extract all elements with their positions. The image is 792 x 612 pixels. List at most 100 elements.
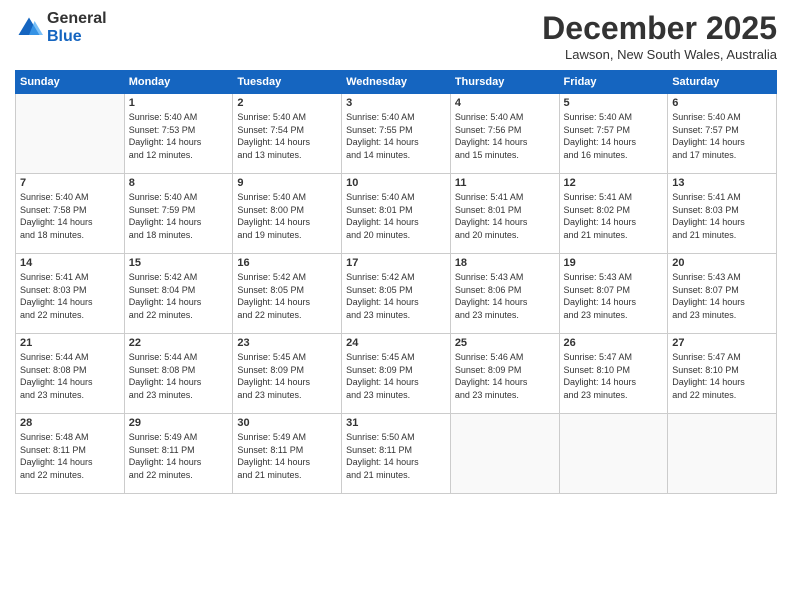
day-number: 6: [672, 97, 772, 109]
day-info: Sunrise: 5:43 AM Sunset: 8:07 PM Dayligh…: [564, 271, 664, 321]
day-number: 22: [129, 337, 229, 349]
day-number: 20: [672, 257, 772, 269]
day-info: Sunrise: 5:40 AM Sunset: 7:54 PM Dayligh…: [237, 111, 337, 161]
day-number: 11: [455, 177, 555, 189]
day-number: 19: [564, 257, 664, 269]
day-info: Sunrise: 5:43 AM Sunset: 8:07 PM Dayligh…: [672, 271, 772, 321]
day-info: Sunrise: 5:47 AM Sunset: 8:10 PM Dayligh…: [672, 351, 772, 401]
header: General Blue December 2025 Lawson, New S…: [15, 10, 777, 62]
day-info: Sunrise: 5:40 AM Sunset: 7:59 PM Dayligh…: [129, 191, 229, 241]
logo-blue: Blue: [47, 28, 107, 46]
day-info: Sunrise: 5:40 AM Sunset: 7:55 PM Dayligh…: [346, 111, 446, 161]
day-number: 25: [455, 337, 555, 349]
calendar-cell: 7 Sunrise: 5:40 AM Sunset: 7:58 PM Daylig…: [16, 174, 125, 254]
logo-text: General Blue: [47, 10, 107, 45]
day-info: Sunrise: 5:40 AM Sunset: 7:58 PM Dayligh…: [20, 191, 120, 241]
day-info: Sunrise: 5:44 AM Sunset: 8:08 PM Dayligh…: [20, 351, 120, 401]
day-info: Sunrise: 5:40 AM Sunset: 8:01 PM Dayligh…: [346, 191, 446, 241]
month-title: December 2025: [542, 10, 777, 47]
calendar-cell: 10 Sunrise: 5:40 AM Sunset: 8:01 PM Dayli…: [342, 174, 451, 254]
day-number: 27: [672, 337, 772, 349]
day-number: 29: [129, 417, 229, 429]
day-number: 10: [346, 177, 446, 189]
day-info: Sunrise: 5:40 AM Sunset: 7:57 PM Dayligh…: [672, 111, 772, 161]
day-number: 31: [346, 417, 446, 429]
day-number: 23: [237, 337, 337, 349]
calendar-cell: 1 Sunrise: 5:40 AM Sunset: 7:53 PM Daylig…: [124, 94, 233, 174]
calendar-cell: 29Sunrise: 5:49 AM Sunset: 8:11 PM Dayli…: [124, 414, 233, 494]
calendar-cell: 31 Sunrise: 5:50 AM Sunset: 8:11 PM Dayli…: [342, 414, 451, 494]
day-number: 8: [129, 177, 229, 189]
calendar-cell: 28Sunrise: 5:48 AM Sunset: 8:11 PM Dayli…: [16, 414, 125, 494]
day-number: 1: [129, 97, 229, 109]
weekday-header-friday: Friday: [559, 71, 668, 94]
day-info: Sunrise: 5:41 AM Sunset: 8:02 PM Dayligh…: [564, 191, 664, 241]
calendar-cell: [668, 414, 777, 494]
day-number: 9: [237, 177, 337, 189]
calendar-cell: [450, 414, 559, 494]
day-number: 7: [20, 177, 120, 189]
day-info: Sunrise: 5:49 AM Sunset: 8:11 PM Dayligh…: [237, 431, 337, 481]
calendar-cell: 23 Sunrise: 5:45 AM Sunset: 8:09 PM Dayli…: [233, 334, 342, 414]
weekday-header-wednesday: Wednesday: [342, 71, 451, 94]
calendar-cell: 16Sunrise: 5:42 AM Sunset: 8:05 PM Dayli…: [233, 254, 342, 334]
day-info: Sunrise: 5:42 AM Sunset: 8:05 PM Dayligh…: [346, 271, 446, 321]
weekday-header-saturday: Saturday: [668, 71, 777, 94]
calendar-cell: 11Sunrise: 5:41 AM Sunset: 8:01 PM Dayli…: [450, 174, 559, 254]
calendar-cell: 5 Sunrise: 5:40 AM Sunset: 7:57 PM Daylig…: [559, 94, 668, 174]
day-number: 26: [564, 337, 664, 349]
day-number: 14: [20, 257, 120, 269]
calendar-week-row: 14 Sunrise: 5:41 AM Sunset: 8:03 PM Dayli…: [16, 254, 777, 334]
page: General Blue December 2025 Lawson, New S…: [0, 0, 792, 612]
logo-icon: [15, 14, 43, 42]
calendar-cell: [16, 94, 125, 174]
day-number: 17: [346, 257, 446, 269]
day-number: 3: [346, 97, 446, 109]
calendar-cell: 2 Sunrise: 5:40 AM Sunset: 7:54 PM Daylig…: [233, 94, 342, 174]
calendar-cell: 18Sunrise: 5:43 AM Sunset: 8:06 PM Dayli…: [450, 254, 559, 334]
day-number: 15: [129, 257, 229, 269]
weekday-header-thursday: Thursday: [450, 71, 559, 94]
day-info: Sunrise: 5:46 AM Sunset: 8:09 PM Dayligh…: [455, 351, 555, 401]
day-info: Sunrise: 5:40 AM Sunset: 7:56 PM Dayligh…: [455, 111, 555, 161]
day-info: Sunrise: 5:42 AM Sunset: 8:04 PM Dayligh…: [129, 271, 229, 321]
location-subtitle: Lawson, New South Wales, Australia: [542, 47, 777, 62]
day-info: Sunrise: 5:47 AM Sunset: 8:10 PM Dayligh…: [564, 351, 664, 401]
day-info: Sunrise: 5:45 AM Sunset: 8:09 PM Dayligh…: [237, 351, 337, 401]
calendar-cell: 24Sunrise: 5:45 AM Sunset: 8:09 PM Dayli…: [342, 334, 451, 414]
day-number: 4: [455, 97, 555, 109]
day-info: Sunrise: 5:41 AM Sunset: 8:03 PM Dayligh…: [20, 271, 120, 321]
day-info: Sunrise: 5:40 AM Sunset: 7:53 PM Dayligh…: [129, 111, 229, 161]
calendar-cell: 3 Sunrise: 5:40 AM Sunset: 7:55 PM Daylig…: [342, 94, 451, 174]
day-number: 28: [20, 417, 120, 429]
calendar-cell: 26 Sunrise: 5:47 AM Sunset: 8:10 PM Dayli…: [559, 334, 668, 414]
calendar-cell: 20 Sunrise: 5:43 AM Sunset: 8:07 PM Dayli…: [668, 254, 777, 334]
day-info: Sunrise: 5:44 AM Sunset: 8:08 PM Dayligh…: [129, 351, 229, 401]
calendar-cell: 15 Sunrise: 5:42 AM Sunset: 8:04 PM Dayli…: [124, 254, 233, 334]
day-number: 2: [237, 97, 337, 109]
calendar-cell: 22 Sunrise: 5:44 AM Sunset: 8:08 PM Dayli…: [124, 334, 233, 414]
calendar-week-row: 21 Sunrise: 5:44 AM Sunset: 8:08 PM Dayli…: [16, 334, 777, 414]
day-number: 5: [564, 97, 664, 109]
day-info: Sunrise: 5:40 AM Sunset: 8:00 PM Dayligh…: [237, 191, 337, 241]
calendar-cell: 9 Sunrise: 5:40 AM Sunset: 8:00 PM Daylig…: [233, 174, 342, 254]
day-info: Sunrise: 5:40 AM Sunset: 7:57 PM Dayligh…: [564, 111, 664, 161]
calendar-cell: 8 Sunrise: 5:40 AM Sunset: 7:59 PM Daylig…: [124, 174, 233, 254]
weekday-header-sunday: Sunday: [16, 71, 125, 94]
weekday-header-row: SundayMondayTuesdayWednesdayThursdayFrid…: [16, 71, 777, 94]
calendar-cell: 4 Sunrise: 5:40 AM Sunset: 7:56 PM Daylig…: [450, 94, 559, 174]
calendar-cell: 17 Sunrise: 5:42 AM Sunset: 8:05 PM Dayli…: [342, 254, 451, 334]
calendar-week-row: 7 Sunrise: 5:40 AM Sunset: 7:58 PM Daylig…: [16, 174, 777, 254]
weekday-header-tuesday: Tuesday: [233, 71, 342, 94]
calendar-cell: 27 Sunrise: 5:47 AM Sunset: 8:10 PM Dayli…: [668, 334, 777, 414]
calendar-cell: 12Sunrise: 5:41 AM Sunset: 8:02 PM Dayli…: [559, 174, 668, 254]
day-info: Sunrise: 5:45 AM Sunset: 8:09 PM Dayligh…: [346, 351, 446, 401]
calendar-week-row: 1 Sunrise: 5:40 AM Sunset: 7:53 PM Daylig…: [16, 94, 777, 174]
calendar-cell: 25 Sunrise: 5:46 AM Sunset: 8:09 PM Dayli…: [450, 334, 559, 414]
day-number: 16: [237, 257, 337, 269]
day-number: 13: [672, 177, 772, 189]
day-info: Sunrise: 5:43 AM Sunset: 8:06 PM Dayligh…: [455, 271, 555, 321]
day-number: 21: [20, 337, 120, 349]
calendar-cell: 13Sunrise: 5:41 AM Sunset: 8:03 PM Dayli…: [668, 174, 777, 254]
day-info: Sunrise: 5:50 AM Sunset: 8:11 PM Dayligh…: [346, 431, 446, 481]
